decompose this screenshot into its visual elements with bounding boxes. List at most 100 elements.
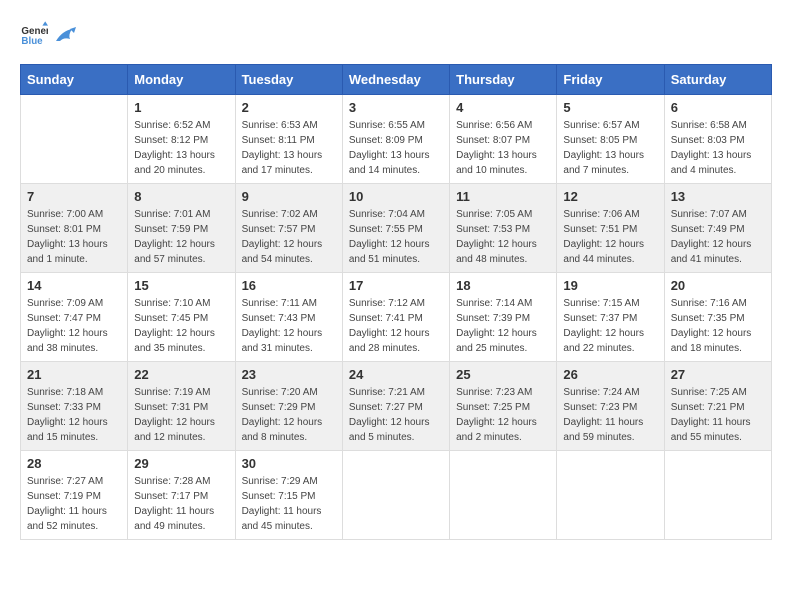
logo: General Blue: [20, 20, 76, 48]
calendar-cell: 7 Sunrise: 7:00 AM Sunset: 8:01 PM Daylig…: [21, 184, 128, 273]
calendar-cell: 14 Sunrise: 7:09 AM Sunset: 7:47 PM Dayli…: [21, 273, 128, 362]
day-number: 27: [671, 367, 765, 382]
svg-text:Blue: Blue: [21, 36, 43, 47]
day-info: Sunrise: 7:07 AM Sunset: 7:49 PM Dayligh…: [671, 207, 765, 267]
day-number: 22: [134, 367, 228, 382]
weekday-header-tuesday: Tuesday: [235, 65, 342, 95]
calendar-cell: [21, 95, 128, 184]
logo-bird-icon: [54, 27, 76, 45]
day-info: Sunrise: 7:14 AM Sunset: 7:39 PM Dayligh…: [456, 296, 550, 356]
calendar-cell: 9 Sunrise: 7:02 AM Sunset: 7:57 PM Daylig…: [235, 184, 342, 273]
day-info: Sunrise: 7:28 AM Sunset: 7:17 PM Dayligh…: [134, 474, 228, 534]
day-info: Sunrise: 7:25 AM Sunset: 7:21 PM Dayligh…: [671, 385, 765, 445]
calendar-cell: [664, 451, 771, 540]
day-number: 6: [671, 100, 765, 115]
weekday-header-saturday: Saturday: [664, 65, 771, 95]
calendar-cell: 27 Sunrise: 7:25 AM Sunset: 7:21 PM Dayli…: [664, 362, 771, 451]
day-number: 11: [456, 189, 550, 204]
day-info: Sunrise: 6:55 AM Sunset: 8:09 PM Dayligh…: [349, 118, 443, 178]
calendar-cell: 13 Sunrise: 7:07 AM Sunset: 7:49 PM Dayli…: [664, 184, 771, 273]
day-number: 8: [134, 189, 228, 204]
day-info: Sunrise: 6:53 AM Sunset: 8:11 PM Dayligh…: [242, 118, 336, 178]
calendar-cell: 20 Sunrise: 7:16 AM Sunset: 7:35 PM Dayli…: [664, 273, 771, 362]
calendar-cell: 17 Sunrise: 7:12 AM Sunset: 7:41 PM Dayli…: [342, 273, 449, 362]
day-info: Sunrise: 7:21 AM Sunset: 7:27 PM Dayligh…: [349, 385, 443, 445]
weekday-header-monday: Monday: [128, 65, 235, 95]
day-info: Sunrise: 6:52 AM Sunset: 8:12 PM Dayligh…: [134, 118, 228, 178]
day-number: 30: [242, 456, 336, 471]
day-number: 23: [242, 367, 336, 382]
calendar-cell: 30 Sunrise: 7:29 AM Sunset: 7:15 PM Dayli…: [235, 451, 342, 540]
calendar-cell: 24 Sunrise: 7:21 AM Sunset: 7:27 PM Dayli…: [342, 362, 449, 451]
calendar-cell: 26 Sunrise: 7:24 AM Sunset: 7:23 PM Dayli…: [557, 362, 664, 451]
calendar-cell: 11Sunrise: 7:05 AM Sunset: 7:53 PM Dayli…: [450, 184, 557, 273]
day-info: Sunrise: 7:11 AM Sunset: 7:43 PM Dayligh…: [242, 296, 336, 356]
day-number: 21: [27, 367, 121, 382]
calendar-cell: 28Sunrise: 7:27 AM Sunset: 7:19 PM Dayli…: [21, 451, 128, 540]
calendar-cell: 16 Sunrise: 7:11 AM Sunset: 7:43 PM Dayli…: [235, 273, 342, 362]
day-number: 9: [242, 189, 336, 204]
day-info: Sunrise: 7:18 AM Sunset: 7:33 PM Dayligh…: [27, 385, 121, 445]
day-number: 29: [134, 456, 228, 471]
calendar-cell: 18 Sunrise: 7:14 AM Sunset: 7:39 PM Dayli…: [450, 273, 557, 362]
day-number: 7: [27, 189, 121, 204]
day-number: 5: [563, 100, 657, 115]
calendar-cell: 25 Sunrise: 7:23 AM Sunset: 7:25 PM Dayli…: [450, 362, 557, 451]
day-number: 3: [349, 100, 443, 115]
day-number: 1: [134, 100, 228, 115]
calendar-cell: [342, 451, 449, 540]
day-number: 12: [563, 189, 657, 204]
day-info: Sunrise: 7:01 AM Sunset: 7:59 PM Dayligh…: [134, 207, 228, 267]
day-number: 15: [134, 278, 228, 293]
day-info: Sunrise: 7:24 AM Sunset: 7:23 PM Dayligh…: [563, 385, 657, 445]
calendar-cell: [557, 451, 664, 540]
day-number: 20: [671, 278, 765, 293]
day-info: Sunrise: 7:00 AM Sunset: 8:01 PM Dayligh…: [27, 207, 121, 267]
day-number: 19: [563, 278, 657, 293]
day-number: 14: [27, 278, 121, 293]
calendar-cell: 19 Sunrise: 7:15 AM Sunset: 7:37 PM Dayli…: [557, 273, 664, 362]
day-number: 17: [349, 278, 443, 293]
day-info: Sunrise: 7:02 AM Sunset: 7:57 PM Dayligh…: [242, 207, 336, 267]
day-info: Sunrise: 7:29 AM Sunset: 7:15 PM Dayligh…: [242, 474, 336, 534]
day-number: 28: [27, 456, 121, 471]
weekday-header-wednesday: Wednesday: [342, 65, 449, 95]
day-number: 10: [349, 189, 443, 204]
calendar-cell: [450, 451, 557, 540]
calendar-cell: 5 Sunrise: 6:57 AM Sunset: 8:05 PM Daylig…: [557, 95, 664, 184]
day-info: Sunrise: 7:09 AM Sunset: 7:47 PM Dayligh…: [27, 296, 121, 356]
day-info: Sunrise: 6:57 AM Sunset: 8:05 PM Dayligh…: [563, 118, 657, 178]
day-number: 16: [242, 278, 336, 293]
calendar-cell: 3 Sunrise: 6:55 AM Sunset: 8:09 PM Daylig…: [342, 95, 449, 184]
day-info: Sunrise: 7:19 AM Sunset: 7:31 PM Dayligh…: [134, 385, 228, 445]
day-number: 2: [242, 100, 336, 115]
day-number: 25: [456, 367, 550, 382]
calendar-cell: 1 Sunrise: 6:52 AM Sunset: 8:12 PM Daylig…: [128, 95, 235, 184]
day-info: Sunrise: 7:06 AM Sunset: 7:51 PM Dayligh…: [563, 207, 657, 267]
day-info: Sunrise: 7:23 AM Sunset: 7:25 PM Dayligh…: [456, 385, 550, 445]
day-number: 26: [563, 367, 657, 382]
calendar-cell: 22 Sunrise: 7:19 AM Sunset: 7:31 PM Dayli…: [128, 362, 235, 451]
logo-icon: General Blue: [20, 20, 48, 48]
weekday-header-thursday: Thursday: [450, 65, 557, 95]
calendar-cell: 15Sunrise: 7:10 AM Sunset: 7:45 PM Dayli…: [128, 273, 235, 362]
calendar-cell: 29 Sunrise: 7:28 AM Sunset: 7:17 PM Dayli…: [128, 451, 235, 540]
day-number: 4: [456, 100, 550, 115]
day-number: 24: [349, 367, 443, 382]
calendar-cell: 2 Sunrise: 6:53 AM Sunset: 8:11 PM Daylig…: [235, 95, 342, 184]
calendar-cell: 4Sunrise: 6:56 AM Sunset: 8:07 PM Daylig…: [450, 95, 557, 184]
day-number: 18: [456, 278, 550, 293]
header: General Blue: [20, 20, 772, 48]
calendar-cell: 12 Sunrise: 7:06 AM Sunset: 7:51 PM Dayli…: [557, 184, 664, 273]
day-info: Sunrise: 6:58 AM Sunset: 8:03 PM Dayligh…: [671, 118, 765, 178]
day-info: Sunrise: 7:12 AM Sunset: 7:41 PM Dayligh…: [349, 296, 443, 356]
calendar-cell: 6 Sunrise: 6:58 AM Sunset: 8:03 PM Daylig…: [664, 95, 771, 184]
day-number: 13: [671, 189, 765, 204]
calendar-cell: 10 Sunrise: 7:04 AM Sunset: 7:55 PM Dayli…: [342, 184, 449, 273]
day-info: Sunrise: 7:16 AM Sunset: 7:35 PM Dayligh…: [671, 296, 765, 356]
day-info: Sunrise: 7:15 AM Sunset: 7:37 PM Dayligh…: [563, 296, 657, 356]
day-info: Sunrise: 7:04 AM Sunset: 7:55 PM Dayligh…: [349, 207, 443, 267]
calendar-cell: 21 Sunrise: 7:18 AM Sunset: 7:33 PM Dayli…: [21, 362, 128, 451]
calendar-cell: 8 Sunrise: 7:01 AM Sunset: 7:59 PM Daylig…: [128, 184, 235, 273]
weekday-header-friday: Friday: [557, 65, 664, 95]
